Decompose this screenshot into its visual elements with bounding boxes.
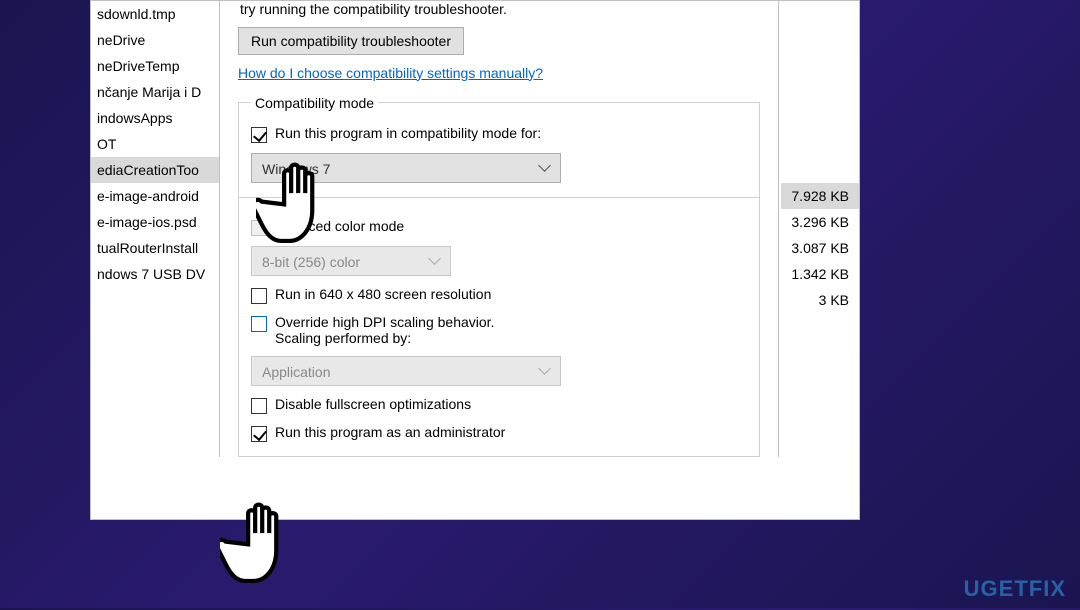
file-size: 3.296 KB: [781, 209, 859, 235]
file-size: 3 KB: [781, 287, 859, 313]
properties-dialog: try running the compatibility troublesho…: [219, 0, 779, 457]
explorer-window: sdownld.tmp neDrive neDriveTemp nčanje M…: [90, 0, 860, 520]
file-size: 3.087 KB: [781, 235, 859, 261]
disable-fullscreen-label: Disable fullscreen optimizations: [275, 396, 471, 412]
override-dpi-checkbox[interactable]: [251, 316, 267, 332]
reduced-color-label: Reduced color mode: [275, 218, 404, 234]
run-640x480-checkbox[interactable]: [251, 288, 267, 304]
compat-os-value: Windows 7: [262, 161, 330, 177]
file-item[interactable]: nčanje Marija i D: [91, 79, 221, 105]
file-item[interactable]: ediaCreationToo: [91, 157, 221, 183]
file-item[interactable]: e-image-ios.psd: [91, 209, 221, 235]
color-depth-select: 8-bit (256) color: [251, 246, 451, 276]
chevron-down-icon: [540, 163, 550, 173]
compat-mode-label: Run this program in compatibility mode f…: [275, 125, 541, 141]
file-item[interactable]: OT: [91, 131, 221, 157]
chevron-down-icon: [540, 366, 550, 376]
compat-mode-checkbox[interactable]: [251, 127, 267, 143]
run-troubleshooter-button[interactable]: Run compatibility troubleshooter: [238, 27, 464, 55]
file-item[interactable]: neDriveTemp: [91, 53, 221, 79]
file-item[interactable]: sdownld.tmp: [91, 1, 221, 27]
dpi-scaling-select: Application: [251, 356, 561, 386]
file-name-column: sdownld.tmp neDrive neDriveTemp nčanje M…: [91, 1, 221, 520]
run-as-admin-label: Run this program as an administrator: [275, 424, 505, 440]
override-dpi-label: Override high DPI scaling behavior. Scal…: [275, 314, 494, 346]
file-size: 1.342 KB: [781, 261, 859, 287]
file-size-column: 7.928 KB 3.296 KB 3.087 KB 1.342 KB 3 KB: [781, 183, 859, 313]
run-640x480-label: Run in 640 x 480 screen resolution: [275, 286, 491, 302]
color-depth-value: 8-bit (256) color: [262, 254, 360, 270]
watermark: UGETFIX: [964, 576, 1066, 602]
intro-text: try running the compatibility troublesho…: [240, 1, 760, 19]
file-size: 7.928 KB: [781, 183, 859, 209]
compatibility-mode-group: Compatibility mode Run this program in c…: [238, 95, 760, 198]
file-item[interactable]: indowsApps: [91, 105, 221, 131]
disable-fullscreen-checkbox[interactable]: [251, 398, 267, 414]
compatibility-mode-legend: Compatibility mode: [251, 95, 378, 111]
compat-os-select[interactable]: Windows 7: [251, 153, 561, 183]
run-as-admin-checkbox[interactable]: [251, 426, 267, 442]
settings-group: Reduced color mode 8-bit (256) color Run…: [238, 198, 760, 457]
file-item[interactable]: tualRouterInstall: [91, 235, 221, 261]
file-item[interactable]: e-image-android: [91, 183, 221, 209]
reduced-color-checkbox[interactable]: [251, 220, 267, 236]
dpi-scaling-value: Application: [262, 364, 331, 380]
file-item[interactable]: ndows 7 USB DV: [91, 261, 221, 287]
file-item[interactable]: neDrive: [91, 27, 221, 53]
chevron-down-icon: [430, 256, 440, 266]
manual-settings-link[interactable]: How do I choose compatibility settings m…: [238, 65, 543, 81]
